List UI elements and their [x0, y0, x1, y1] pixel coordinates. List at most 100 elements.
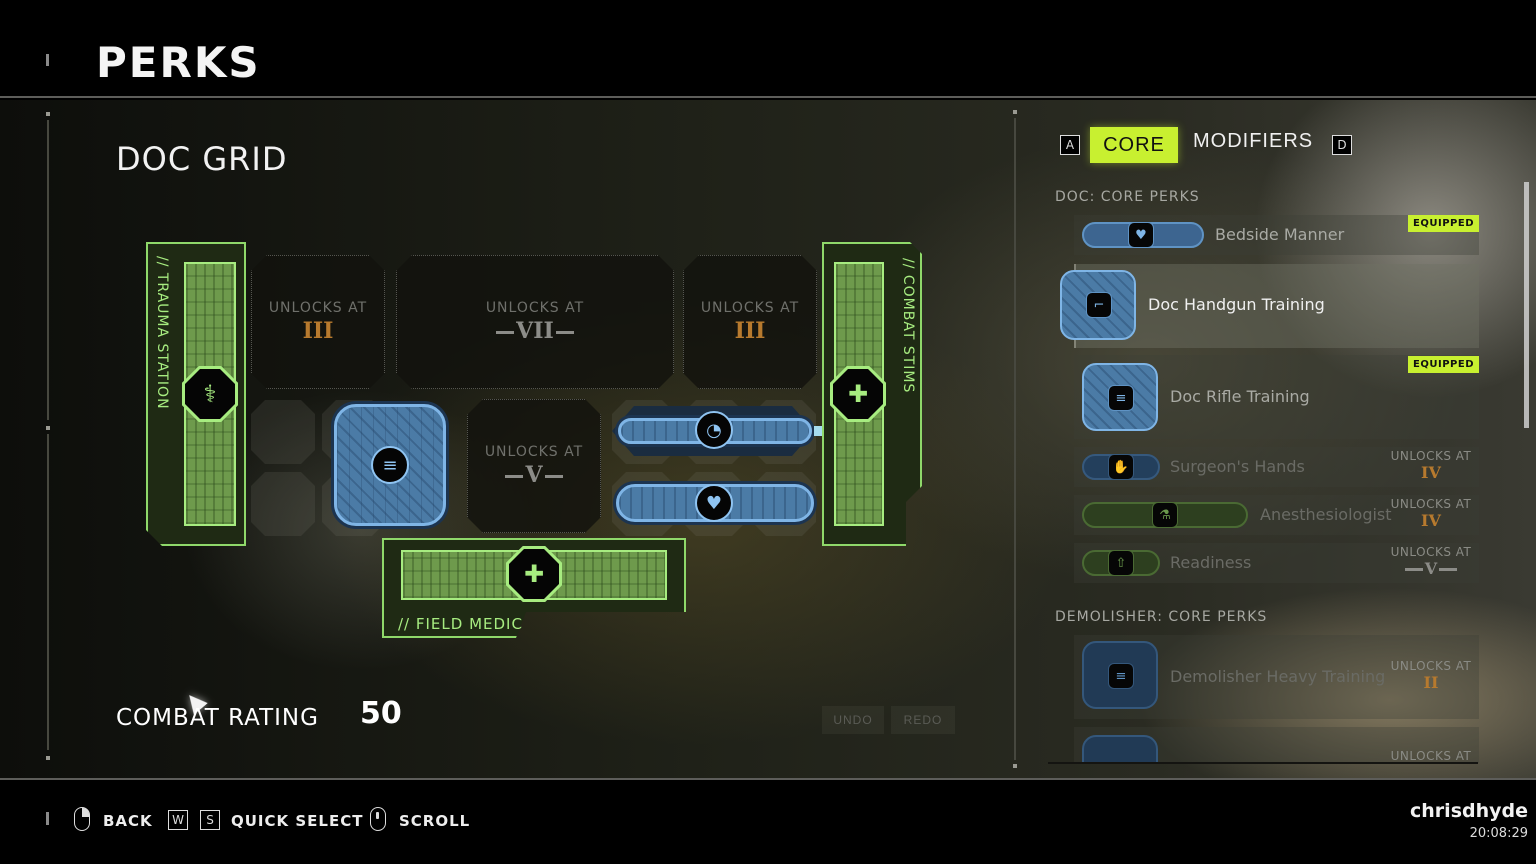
main-area: DOC GRID // TRAUMA STATION ⚕ UNLOCKS AT …: [0, 100, 1536, 778]
handgun-icon: ⌐: [1086, 292, 1112, 318]
header-tick-decoration: [46, 54, 49, 66]
unlocks-at-label: UNLOCKS AT: [700, 300, 800, 316]
perk-row-doc-rifle-training[interactable]: ≡ Doc Rifle Training EQUIPPED: [1074, 355, 1479, 439]
combat-stims-icon: ✚: [833, 369, 883, 419]
trauma-station-icon: ⚕: [185, 369, 235, 419]
clock: 20:08:29: [1469, 826, 1528, 841]
unlocks-at-label: UNLOCKS AT: [1390, 545, 1472, 559]
hands-icon: ✋: [1108, 454, 1134, 480]
unlock-requirement: UNLOCKS AT: [1389, 749, 1473, 763]
perk-name: Demolisher Heavy Training: [1170, 667, 1386, 686]
perk-name: Surgeon's Hands: [1170, 457, 1305, 476]
perk-row-demolisher-heavy-training[interactable]: ≡ Demolisher Heavy Training UNLOCKS AT I…: [1074, 635, 1479, 719]
unlock-requirement: UNLOCKS AT II: [1389, 659, 1473, 692]
unlocks-at-label: UNLOCKS AT: [268, 300, 368, 316]
undo-button[interactable]: UNDO: [822, 706, 884, 734]
unlocks-at-label: UNLOCKS AT: [1390, 659, 1472, 673]
locked-slot[interactable]: UNLOCKS AT VII: [396, 255, 674, 389]
panel-divider: [1014, 118, 1016, 760]
unlock-requirement: UNLOCKS AT V: [1389, 545, 1473, 578]
mouse-wheel-icon: [370, 807, 386, 831]
bottom-bar: BACK W S QUICK SELECT SCROLL chrisdhyde …: [0, 778, 1536, 864]
mortar-pestle-icon: ⚗: [1152, 502, 1178, 528]
perk-row-bedside-manner[interactable]: ♥ Bedside Manner EQUIPPED: [1074, 215, 1479, 255]
combat-rating-value: 50: [360, 696, 402, 731]
empty-cell[interactable]: [251, 400, 315, 464]
field-medic-label: // FIELD MEDIC: [398, 615, 523, 633]
perk-row-readiness[interactable]: ⇧ Readiness UNLOCKS AT V: [1074, 543, 1479, 583]
grid-title: DOC GRID: [116, 140, 288, 178]
rail-dot: [46, 426, 50, 430]
unlocks-at-label: UNLOCKS AT: [1390, 449, 1472, 463]
perk-row-surgeons-hands[interactable]: ✋ Surgeon's Hands UNLOCKS AT IV: [1074, 447, 1479, 487]
perk-row-anesthesiologist[interactable]: ⚗ Anesthesiologist UNLOCKS AT IV: [1074, 495, 1479, 535]
footer-tick-decoration: [46, 812, 49, 825]
unlock-requirement: UNLOCKS AT IV: [1389, 497, 1473, 530]
unlocks-at-label: UNLOCKS AT: [1390, 497, 1472, 511]
locked-slot[interactable]: UNLOCKS AT III: [251, 255, 385, 389]
rail-dot: [1013, 110, 1017, 114]
unlocks-at-label: UNLOCKS AT: [485, 300, 585, 316]
perk-name: Anesthesiologist: [1260, 505, 1392, 524]
rail-dot: [46, 756, 50, 760]
heavy-weapon-icon: ≡: [1108, 663, 1134, 689]
perk-row-doc-handgun-training[interactable]: ⌐ Doc Handgun Training: [1060, 264, 1479, 348]
unlock-requirement: UNLOCKS AT IV: [1389, 449, 1473, 482]
perk-tile: [1082, 735, 1158, 763]
rank-numeral: IV: [1421, 511, 1441, 530]
hint-quick-select[interactable]: QUICK SELECT: [231, 812, 363, 830]
rank-numeral: VII: [494, 318, 576, 344]
field-medic-icon: ✚: [509, 549, 559, 599]
perk-tile: ≡: [1082, 363, 1158, 431]
key-a-hint: A: [1060, 135, 1080, 155]
perk-name: Doc Rifle Training: [1170, 387, 1310, 406]
combat-rating-label: COMBAT RATING: [116, 705, 319, 731]
rank-numeral: III: [302, 318, 334, 344]
empty-cell[interactable]: [251, 472, 315, 536]
arrow-up-icon: ⇧: [1108, 550, 1134, 576]
rifles-icon: ≡: [371, 446, 409, 484]
top-bar: PERKS: [0, 0, 1536, 98]
left-rail: [47, 120, 49, 420]
heart-icon: ♥: [695, 484, 733, 522]
rank-numeral: III: [734, 318, 766, 344]
heart-icon: ♥: [1128, 222, 1154, 248]
group-title-demolisher: DEMOLISHER: CORE PERKS: [1055, 609, 1268, 625]
redo-button[interactable]: REDO: [891, 706, 955, 734]
field-medic-badge: ✚: [506, 546, 562, 602]
key-s-hint: S: [200, 810, 220, 830]
rail-dot: [1013, 764, 1017, 768]
stopwatch-icon: ◔: [695, 411, 733, 449]
perk-name: Bedside Manner: [1215, 225, 1345, 244]
locked-slot[interactable]: UNLOCKS AT III: [683, 255, 817, 389]
key-w-hint: W: [168, 810, 188, 830]
locked-slot[interactable]: UNLOCKS AT V: [467, 399, 601, 533]
mouse-right-click-icon: [74, 807, 90, 831]
rail-dot: [46, 112, 50, 116]
tab-modifiers[interactable]: MODIFIERS: [1193, 130, 1313, 153]
equipped-badge: EQUIPPED: [1408, 215, 1479, 232]
unlocks-at-label: UNLOCKS AT: [1390, 749, 1472, 763]
rank-numeral: IV: [1421, 463, 1441, 482]
perk-row-partial[interactable]: UNLOCKS AT: [1074, 727, 1479, 763]
group-title-doc: DOC: CORE PERKS: [1055, 189, 1200, 205]
combat-stims-label: // COMBAT STIMS: [900, 258, 916, 394]
left-rail: [47, 434, 49, 750]
unlocks-at-label: UNLOCKS AT: [484, 444, 584, 460]
hint-back[interactable]: BACK: [103, 812, 153, 830]
trauma-station-label: // TRAUMA STATION: [154, 256, 170, 410]
perk-name: Doc Handgun Training: [1148, 295, 1325, 314]
username: chrisdhyde: [1410, 800, 1528, 822]
rifles-icon: ≡: [1108, 385, 1134, 411]
rank-numeral: II: [1423, 673, 1439, 692]
equipped-badge: EQUIPPED: [1408, 356, 1479, 373]
hint-scroll[interactable]: SCROLL: [399, 812, 470, 830]
perk-list-scrollbar[interactable]: [1524, 182, 1529, 428]
perk-name: Readiness: [1170, 553, 1252, 572]
rank-numeral: V: [503, 462, 564, 488]
combat-stims-badge: ✚: [830, 366, 886, 422]
rank-numeral: V: [1389, 559, 1473, 578]
list-clip-edge: [1048, 762, 1478, 764]
perk-tile: ≡: [1082, 641, 1158, 709]
tab-core[interactable]: CORE: [1090, 127, 1178, 163]
